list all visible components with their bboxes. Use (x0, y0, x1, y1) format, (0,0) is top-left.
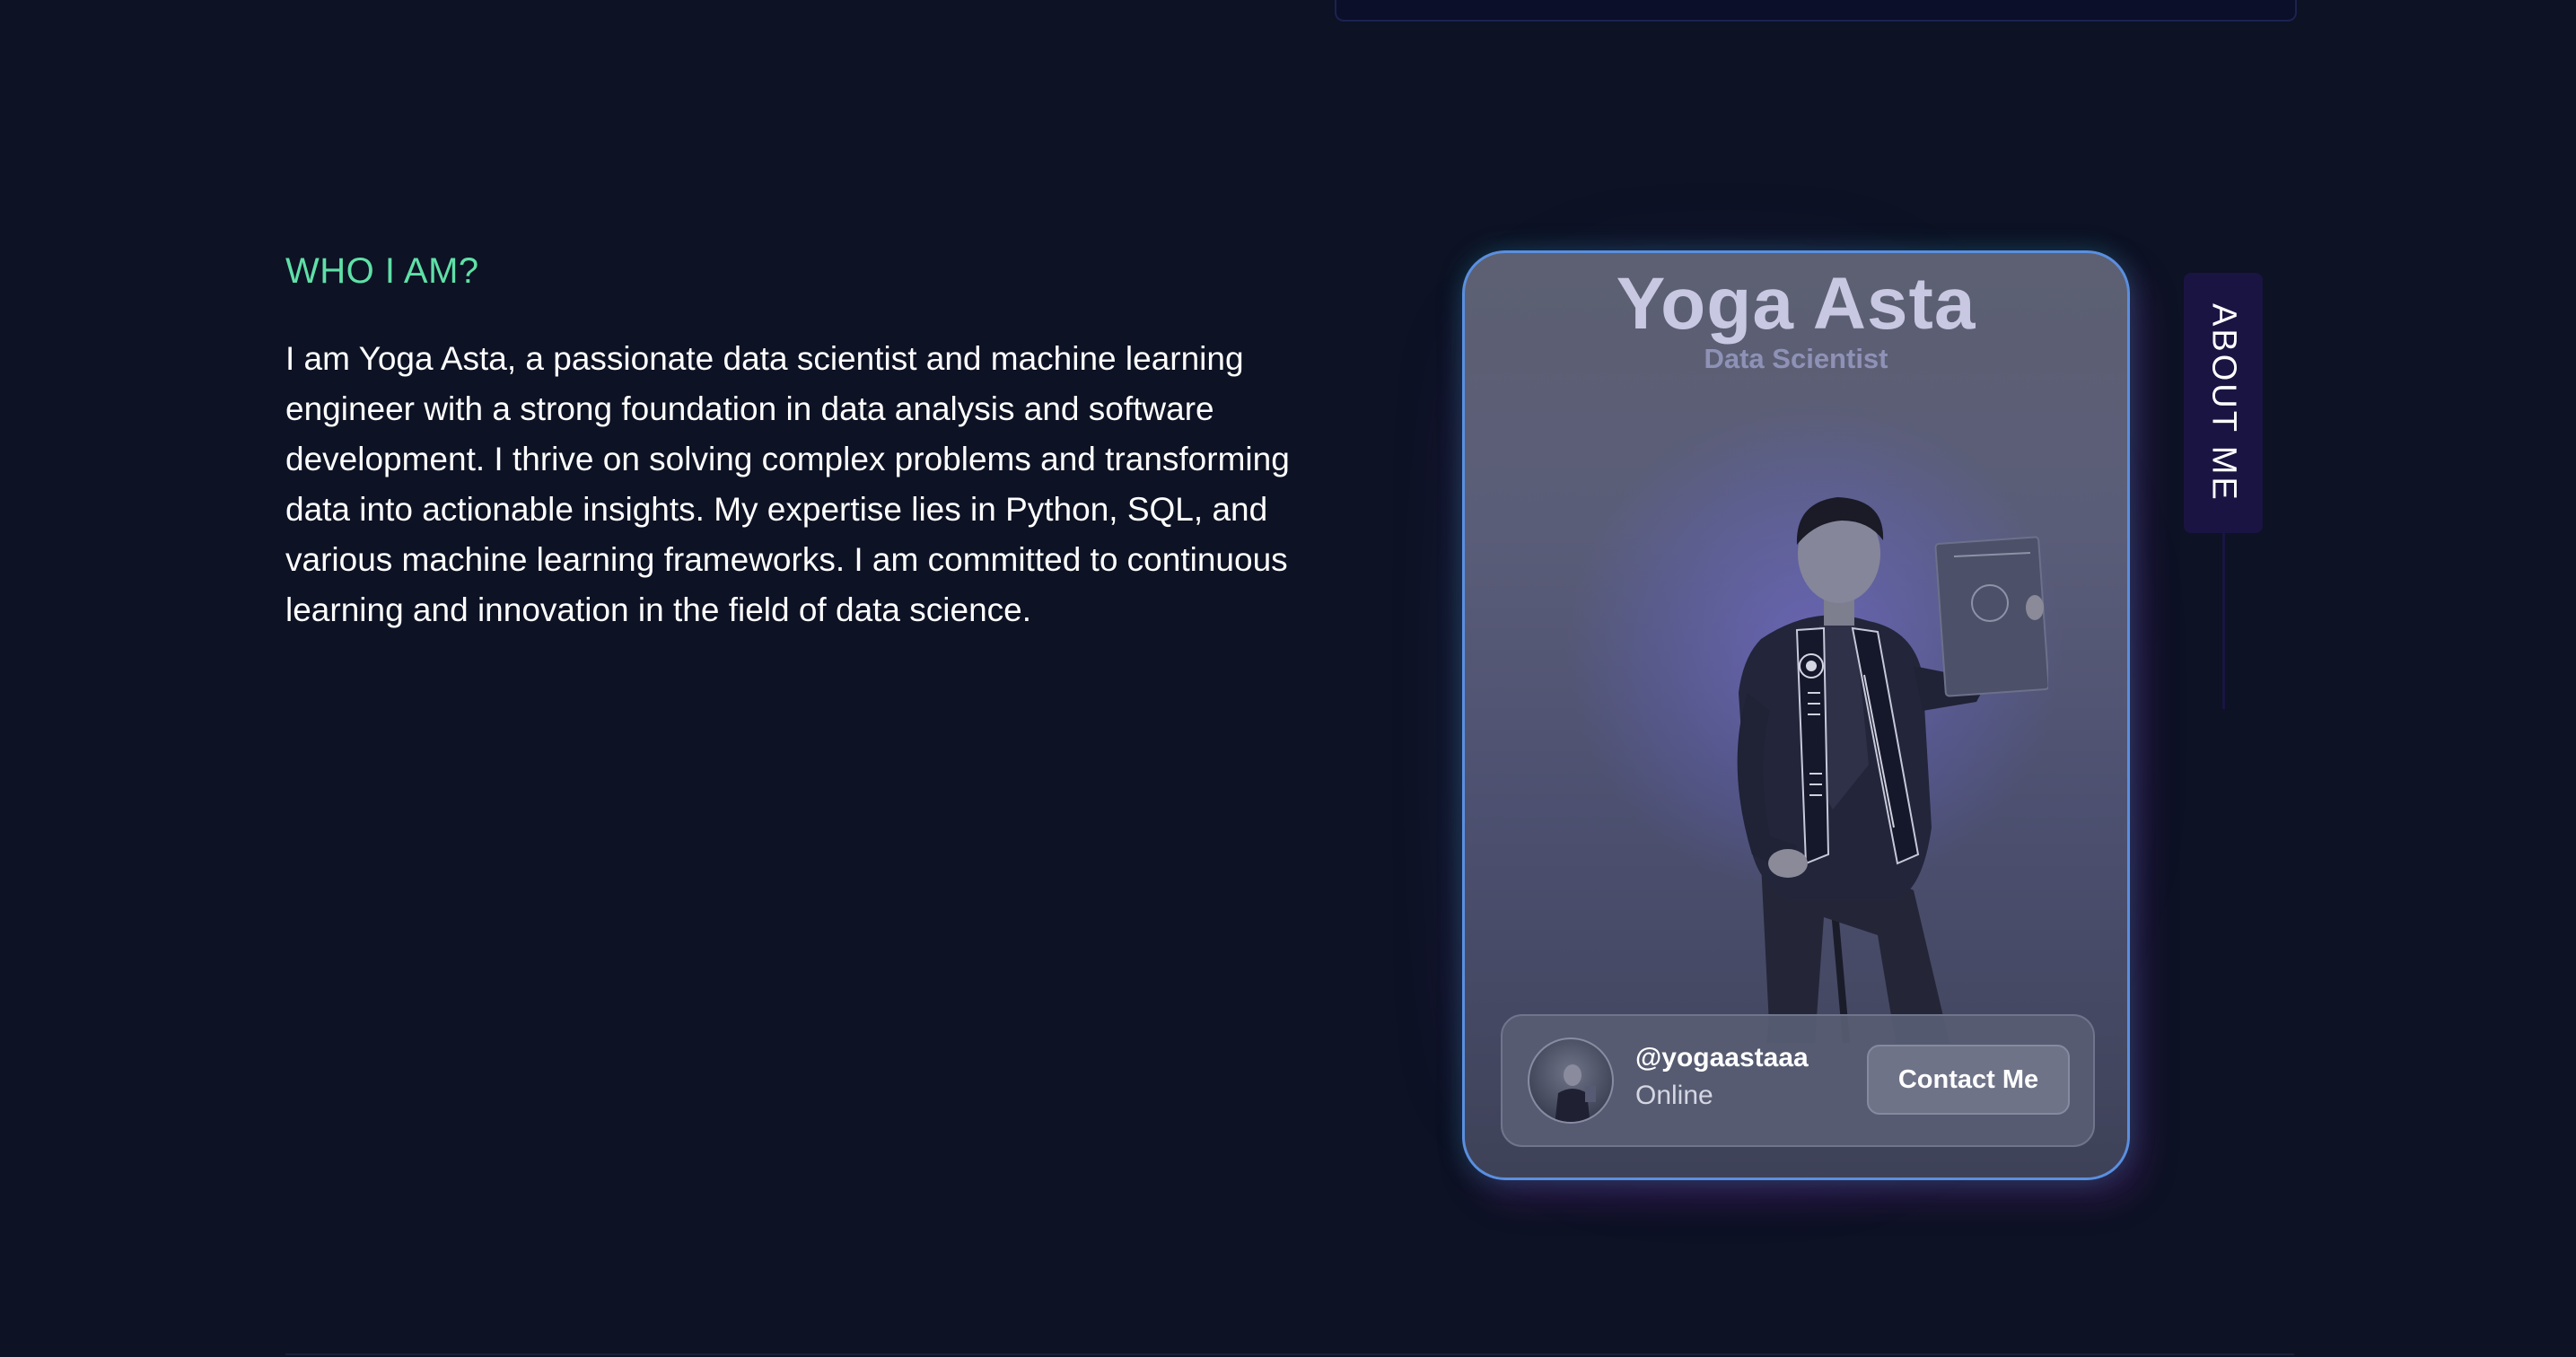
profile-info-bar: @yogaastaaa Online Contact Me (1501, 1014, 2095, 1147)
card-name: Yoga Asta (1616, 263, 1976, 345)
profile-photo (1737, 497, 2048, 1043)
profile-card: Yoga Asta Data Scientist @yogaastaaa Onl… (1462, 250, 2130, 1180)
side-divider-line (2222, 533, 2225, 709)
about-section: WHO I AM? I am Yoga Asta, a passionate d… (0, 0, 2576, 1357)
about-me-tab[interactable]: ABOUT ME (2184, 273, 2263, 533)
about-description: I am Yoga Asta, a passionate data scient… (285, 340, 1290, 628)
online-status: Online (1635, 1081, 1713, 1110)
section-divider (285, 1353, 2294, 1355)
profile-handle: @yogaastaaa (1635, 1043, 1809, 1072)
previous-section-frame (1335, 0, 2297, 22)
avatar (1528, 1037, 1614, 1124)
card-role: Data Scientist (1704, 343, 1888, 374)
section-heading: WHO I AM? (285, 251, 479, 291)
contact-me-button[interactable]: Contact Me (1867, 1045, 2070, 1115)
about-me-tab-label: ABOUT ME (2204, 303, 2243, 503)
